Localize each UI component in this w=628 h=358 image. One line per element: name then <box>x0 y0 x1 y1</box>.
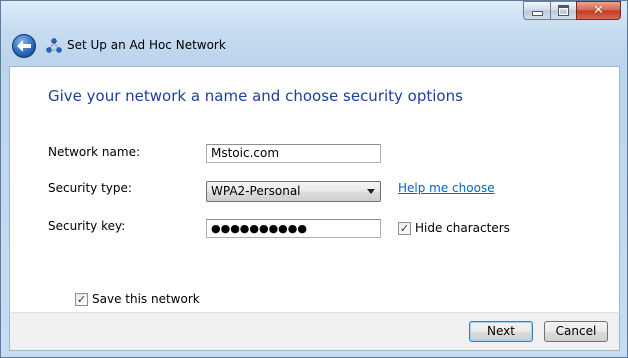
content-panel: Give your network a name and choose secu… <box>9 66 620 312</box>
security-type-label: Security type: <box>48 181 132 195</box>
security-type-value: WPA2-Personal <box>211 184 301 198</box>
security-key-label: Security key: <box>48 219 126 233</box>
back-button[interactable] <box>12 34 36 58</box>
wizard-window: ✕ Set Up an Ad Hoc Network Give your net… <box>0 0 628 358</box>
maximize-button[interactable] <box>550 1 576 20</box>
hide-characters-option[interactable]: ✓ Hide characters <box>398 221 510 235</box>
network-icon <box>46 38 62 53</box>
hide-characters-checkbox[interactable]: ✓ <box>398 221 411 235</box>
cancel-button[interactable]: Cancel <box>544 321 608 342</box>
next-button[interactable]: Next <box>469 321 533 342</box>
main-instruction: Give your network a name and choose secu… <box>48 87 463 105</box>
save-network-option[interactable]: ✓ Save this network <box>75 292 200 306</box>
hide-characters-label: Hide characters <box>415 221 510 235</box>
save-network-label: Save this network <box>92 292 200 306</box>
close-button[interactable]: ✕ <box>576 1 621 20</box>
chevron-down-icon <box>367 189 375 194</box>
minimize-icon <box>531 11 543 16</box>
minimize-button[interactable] <box>523 1 550 20</box>
caption-buttons: ✕ <box>523 1 621 20</box>
save-network-checkbox[interactable]: ✓ <box>75 292 88 306</box>
window-title: Set Up an Ad Hoc Network <box>67 38 226 52</box>
maximize-icon <box>558 5 569 16</box>
back-arrow-icon <box>17 40 31 52</box>
close-icon: ✕ <box>593 3 604 18</box>
help-me-choose-link[interactable]: Help me choose <box>398 181 495 195</box>
network-name-input[interactable]: Mstoic.com <box>206 144 381 163</box>
network-name-label: Network name: <box>48 145 140 159</box>
command-area: Next Cancel <box>9 312 620 351</box>
security-key-input[interactable]: ●●●●●●●●●● <box>206 219 381 238</box>
security-type-select[interactable]: WPA2-Personal <box>206 181 381 202</box>
